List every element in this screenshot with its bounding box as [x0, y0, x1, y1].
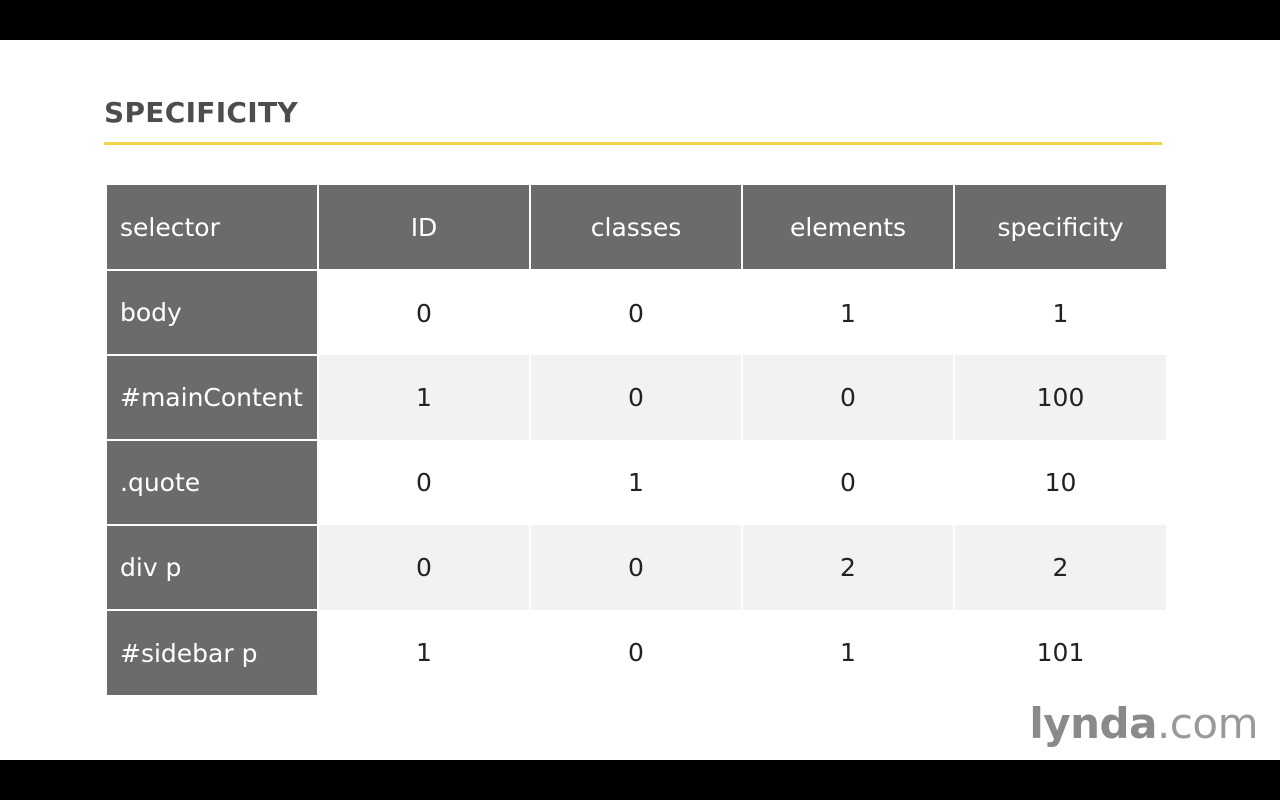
lynda-logo: lynda.com [1029, 699, 1258, 748]
header-specificity: specificity [954, 185, 1166, 271]
id-cell: 0 [318, 440, 531, 525]
elements-cell: 0 [742, 440, 955, 525]
elements-cell: 0 [742, 355, 955, 440]
selector-cell: body [107, 270, 319, 356]
table-row: body 0 0 1 1 [107, 270, 1166, 356]
logo-brand: lynda [1029, 699, 1157, 748]
id-cell: 0 [318, 525, 531, 610]
table-row: #mainContent 1 0 0 100 [107, 355, 1166, 441]
classes-cell: 0 [530, 270, 743, 355]
elements-cell: 1 [742, 270, 955, 355]
slide-title: SPECIFICITY [104, 96, 298, 129]
specificity-table: selector ID classes elements specificity… [107, 185, 1166, 695]
header-id: ID [318, 185, 531, 271]
title-underline [104, 142, 1162, 145]
specificity-cell: 1 [954, 270, 1166, 355]
id-cell: 1 [318, 610, 531, 695]
id-cell: 0 [318, 270, 531, 355]
classes-cell: 1 [530, 440, 743, 525]
logo-tld: .com [1156, 699, 1259, 748]
header-elements: elements [742, 185, 955, 271]
classes-cell: 0 [530, 525, 743, 610]
selector-cell: #mainContent [107, 355, 319, 441]
specificity-cell: 10 [954, 440, 1166, 525]
elements-cell: 1 [742, 610, 955, 695]
header-classes: classes [530, 185, 743, 271]
table-row: #sidebar p 1 0 1 101 [107, 610, 1166, 695]
selector-cell: div p [107, 525, 319, 611]
slide: SPECIFICITY selector ID classes elements… [0, 40, 1280, 760]
classes-cell: 0 [530, 355, 743, 440]
table-row: .quote 0 1 0 10 [107, 440, 1166, 526]
selector-cell: #sidebar p [107, 610, 319, 695]
table-row: div p 0 0 2 2 [107, 525, 1166, 611]
classes-cell: 0 [530, 610, 743, 695]
specificity-cell: 100 [954, 355, 1166, 440]
header-selector: selector [107, 185, 319, 271]
specificity-cell: 101 [954, 610, 1166, 695]
selector-cell: .quote [107, 440, 319, 526]
elements-cell: 2 [742, 525, 955, 610]
table-header-row: selector ID classes elements specificity [107, 185, 1166, 271]
specificity-cell: 2 [954, 525, 1166, 610]
id-cell: 1 [318, 355, 531, 440]
